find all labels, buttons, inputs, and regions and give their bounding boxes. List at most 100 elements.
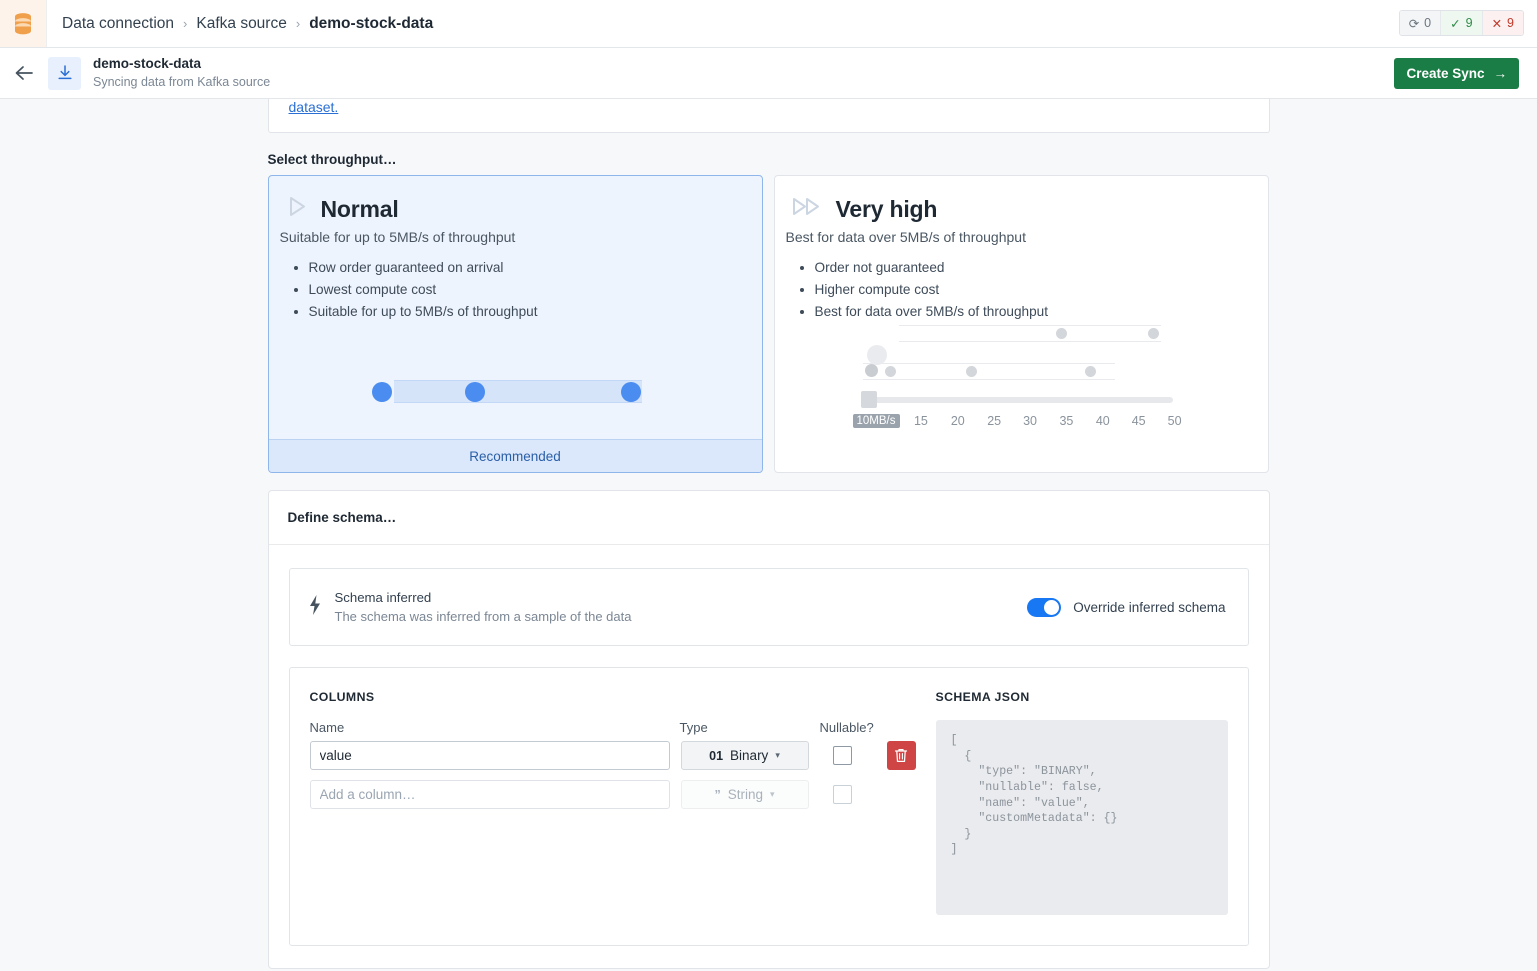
illustration-line bbox=[394, 380, 642, 381]
schema-inferred-subtitle: The schema was inferred from a sample of… bbox=[335, 605, 1028, 624]
throughput-option-normal[interactable]: Normal Suitable for up to 5MB/s of throu… bbox=[268, 175, 763, 473]
string-icon: ” bbox=[714, 788, 720, 802]
cross-icon: ✕ bbox=[1492, 16, 1502, 31]
override-inferred-schema-toggle[interactable] bbox=[1027, 598, 1061, 617]
override-inferred-schema-label: Override inferred schema bbox=[1073, 600, 1225, 615]
dataset-info: demo-stock-data Syncing data from Kafka … bbox=[93, 55, 270, 90]
illustration-line bbox=[863, 379, 1115, 380]
trash-icon bbox=[894, 748, 908, 763]
dataset-subtitle: Syncing data from Kafka source bbox=[93, 74, 270, 91]
illustration-line bbox=[863, 363, 1115, 364]
very-high-throughput-illustration: 10MB/s 15 20 25 30 35 40 45 50 bbox=[853, 319, 1193, 444]
arrow-left-icon bbox=[14, 65, 34, 81]
status-badge-pending[interactable]: ⟳ 0 bbox=[1400, 11, 1441, 35]
normal-throughput-illustration bbox=[364, 373, 654, 409]
throughput-slider-track[interactable] bbox=[863, 397, 1173, 403]
binary-icon: 01 bbox=[709, 749, 723, 763]
delete-column-button[interactable] bbox=[887, 741, 916, 770]
slider-tick: 15 bbox=[903, 414, 940, 428]
download-icon bbox=[48, 57, 81, 90]
slider-tick-value: 10MB/s bbox=[853, 414, 900, 428]
slider-tick: 30 bbox=[1012, 414, 1048, 428]
slider-tick: 20 bbox=[939, 414, 976, 428]
column-nullable-checkbox[interactable] bbox=[833, 746, 852, 765]
column-row: 01 Binary ▾ bbox=[310, 741, 916, 770]
illustration-dot bbox=[867, 345, 887, 365]
columns-panel: COLUMNS Name Type Nullable? 01 Binary ▾ bbox=[310, 690, 936, 925]
sync-icon: ⟳ bbox=[1409, 16, 1419, 31]
check-icon: ✓ bbox=[1450, 16, 1460, 31]
throughput-very-high-desc: Best for data over 5MB/s of throughput bbox=[775, 224, 1268, 245]
throughput-options: Normal Suitable for up to 5MB/s of throu… bbox=[268, 175, 1270, 473]
list-item: Higher compute cost bbox=[815, 279, 1268, 301]
breadcrumb-item-data-connection[interactable]: Data connection bbox=[62, 15, 174, 33]
schema-editor: COLUMNS Name Type Nullable? 01 Binary ▾ bbox=[289, 667, 1249, 946]
intro-card: dataset. bbox=[268, 99, 1270, 133]
throughput-option-very-high[interactable]: Very high Best for data over 5MB/s of th… bbox=[774, 175, 1269, 473]
dataset-title: demo-stock-data bbox=[93, 55, 270, 73]
illustration-line bbox=[394, 402, 642, 403]
status-badge-group: ⟳ 0 ✓ 9 ✕ 9 bbox=[1399, 10, 1524, 36]
throughput-very-high-bullets: Order not guaranteed Higher compute cost… bbox=[775, 257, 1268, 323]
columns-panel-title: COLUMNS bbox=[310, 690, 916, 704]
define-schema-title: Define schema… bbox=[269, 491, 1269, 545]
back-button[interactable] bbox=[0, 48, 48, 98]
top-bar: Data connection › Kafka source › demo-st… bbox=[0, 0, 1537, 48]
illustration-dot bbox=[1148, 328, 1159, 339]
illustration-dot bbox=[865, 364, 878, 377]
list-item: Suitable for up to 5MB/s of throughput bbox=[309, 301, 762, 323]
column-type-select[interactable]: 01 Binary ▾ bbox=[681, 741, 809, 770]
illustration-dot bbox=[621, 382, 641, 402]
toggle-knob bbox=[1044, 600, 1059, 615]
play-double-icon bbox=[791, 194, 825, 224]
status-badge-success[interactable]: ✓ 9 bbox=[1441, 11, 1482, 35]
list-item: Lowest compute cost bbox=[309, 279, 762, 301]
illustration-dot bbox=[1085, 366, 1096, 377]
throughput-normal-header: Normal bbox=[269, 176, 762, 224]
add-column-input[interactable] bbox=[310, 780, 670, 809]
illustration-dot bbox=[966, 366, 977, 377]
column-header-nullable: Nullable? bbox=[820, 720, 890, 735]
chevron-right-icon: › bbox=[183, 16, 187, 31]
slider-tick: 50 bbox=[1157, 414, 1193, 428]
illustration-band bbox=[394, 381, 642, 402]
column-name-input[interactable] bbox=[310, 741, 670, 770]
status-badge-error-count: 9 bbox=[1507, 16, 1514, 30]
illustration-dot bbox=[372, 382, 392, 402]
breadcrumb-item-kafka-source[interactable]: Kafka source bbox=[196, 15, 286, 33]
columns-header-row: Name Type Nullable? bbox=[310, 720, 916, 735]
throughput-normal-title: Normal bbox=[321, 196, 399, 223]
sub-header: demo-stock-data Syncing data from Kafka … bbox=[0, 48, 1537, 99]
list-item: Row order guaranteed on arrival bbox=[309, 257, 762, 279]
status-badge-error[interactable]: ✕ 9 bbox=[1483, 11, 1523, 35]
status-badge-success-count: 9 bbox=[1466, 16, 1473, 30]
column-type-label: Binary bbox=[730, 748, 768, 763]
breadcrumb-item-demo-stock-data[interactable]: demo-stock-data bbox=[309, 15, 433, 33]
throughput-slider-ticks: 10MB/s 15 20 25 30 35 40 45 50 bbox=[853, 414, 1193, 428]
schema-inferred-text: Schema inferred The schema was inferred … bbox=[323, 590, 1028, 624]
throughput-normal-bullets: Row order guaranteed on arrival Lowest c… bbox=[269, 257, 762, 323]
throughput-very-high-header: Very high bbox=[775, 176, 1268, 224]
database-icon bbox=[0, 0, 47, 47]
illustration-line bbox=[899, 341, 1161, 342]
chevron-right-icon: › bbox=[296, 16, 300, 31]
illustration-line bbox=[899, 325, 1161, 326]
column-header-type: Type bbox=[680, 720, 820, 735]
illustration-dot bbox=[1056, 328, 1067, 339]
illustration-dot bbox=[885, 366, 896, 377]
column-type-select-new[interactable]: ” String ▾ bbox=[681, 780, 809, 809]
column-type-label-new: String bbox=[728, 787, 763, 802]
column-nullable-checkbox-new[interactable] bbox=[833, 785, 852, 804]
slider-tick: 25 bbox=[976, 414, 1012, 428]
slider-tick: 45 bbox=[1121, 414, 1157, 428]
schema-inferred-title: Schema inferred bbox=[335, 590, 1028, 605]
dataset-link[interactable]: dataset. bbox=[289, 99, 339, 115]
throughput-slider-knob[interactable] bbox=[861, 391, 877, 408]
slider-tick: 40 bbox=[1085, 414, 1121, 428]
schema-inferred-banner: Schema inferred The schema was inferred … bbox=[289, 568, 1249, 646]
select-throughput-label: Select throughput… bbox=[268, 152, 1270, 167]
override-schema-control: Override inferred schema bbox=[1027, 598, 1225, 617]
arrow-right-icon: → bbox=[1494, 66, 1508, 81]
list-item: Order not guaranteed bbox=[815, 257, 1268, 279]
create-sync-button[interactable]: Create Sync → bbox=[1394, 58, 1519, 89]
